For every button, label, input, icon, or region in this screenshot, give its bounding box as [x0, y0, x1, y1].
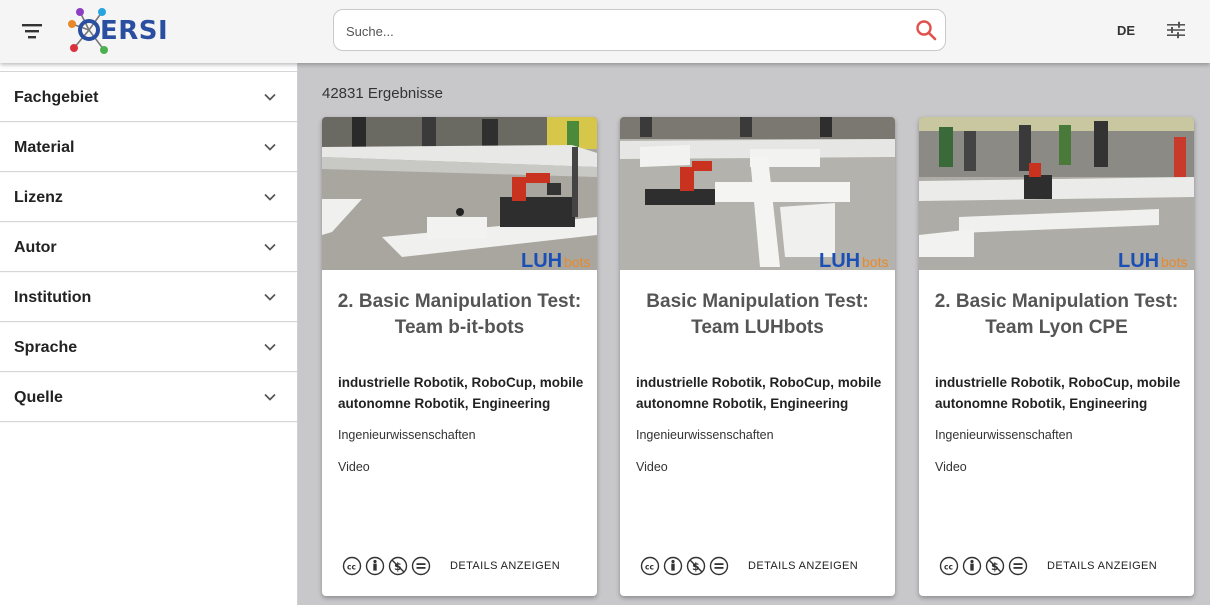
search-icon[interactable] — [915, 19, 937, 41]
card-keywords: industrielle Robotik, RoboCup, mobile au… — [636, 375, 882, 411]
card-subject: Ingenieurwissenschaften — [935, 428, 1073, 442]
filter-material[interactable]: Material — [0, 122, 297, 172]
luh-brand-text: LUH — [1118, 250, 1159, 270]
filter-autor[interactable]: Autor — [0, 222, 297, 272]
filter-label: Quelle — [14, 389, 63, 406]
chevron-down-icon — [264, 143, 276, 151]
video-thumbnail[interactable]: LUH bots — [322, 117, 597, 270]
card-title[interactable]: 2. Basic Manipulation Test: Team Lyon CP… — [933, 289, 1180, 341]
result-card: LUH bots 2. Basic Manipulation Test: Tea… — [322, 117, 597, 596]
filter-list: Fachgebiet Material Lizenz Autor Institu… — [0, 71, 297, 422]
cc-license-icon[interactable]: cc $ — [939, 556, 1031, 576]
svg-text:cc: cc — [645, 563, 654, 572]
card-keywords: industrielle Robotik, RoboCup, mobile au… — [338, 375, 584, 411]
search-bar — [333, 9, 946, 51]
filter-fachgebiet[interactable]: Fachgebiet — [0, 72, 297, 122]
filter-label: Lizenz — [14, 189, 63, 206]
card-type: Video — [338, 460, 370, 474]
svg-text:cc: cc — [944, 563, 953, 572]
details-button[interactable]: DETAILS ANZEIGEN — [748, 560, 858, 572]
cc-license-icon[interactable]: cc $ — [640, 556, 732, 576]
logo-text: ERSI — [100, 16, 169, 46]
card-keywords: industrielle Robotik, RoboCup, mobile au… — [935, 375, 1181, 411]
search-input[interactable] — [346, 20, 906, 42]
video-thumbnail[interactable]: LUH bots — [620, 117, 895, 270]
card-title[interactable]: 2. Basic Manipulation Test: Team b-it-bo… — [336, 289, 583, 341]
chevron-down-icon — [264, 393, 276, 401]
chevron-down-icon — [264, 343, 276, 351]
filter-lizenz[interactable]: Lizenz — [0, 172, 297, 222]
filter-label: Autor — [14, 239, 57, 256]
luh-brand-text: LUH — [521, 250, 562, 270]
filter-menu-icon[interactable] — [20, 20, 44, 42]
card-subject: Ingenieurwissenschaften — [636, 428, 774, 442]
filter-sprache[interactable]: Sprache — [0, 322, 297, 372]
result-card: LUH bots 2. Basic Manipulation Test: Tea… — [919, 117, 1194, 596]
language-selector[interactable]: DE — [1117, 23, 1135, 38]
luh-brand-suffix: bots — [1161, 254, 1187, 270]
card-type: Video — [636, 460, 668, 474]
filter-label: Fachgebiet — [14, 89, 99, 106]
result-card: LUH bots Basic Manipulation Test: Team L… — [620, 117, 895, 596]
filter-label: Sprache — [14, 339, 78, 356]
settings-tune-icon[interactable] — [1166, 21, 1186, 39]
luh-brand-text: LUH — [819, 250, 860, 270]
card-subject: Ingenieurwissenschaften — [338, 428, 476, 442]
filter-sidebar: Fachgebiet Material Lizenz Autor Institu… — [0, 63, 298, 605]
top-app-bar: ERSI DE — [0, 0, 1210, 63]
results-count: 42831 Ergebnisse — [322, 85, 443, 102]
luh-brand-suffix: bots — [862, 254, 888, 270]
cc-license-icon[interactable]: cc $ — [342, 556, 434, 576]
svg-text:cc: cc — [347, 563, 356, 572]
chevron-down-icon — [264, 93, 276, 101]
details-button[interactable]: DETAILS ANZEIGEN — [1047, 560, 1157, 572]
video-thumbnail[interactable]: LUH bots — [919, 117, 1194, 270]
filter-label: Material — [14, 139, 75, 156]
filter-quelle[interactable]: Quelle — [0, 372, 297, 422]
chevron-down-icon — [264, 243, 276, 251]
card-title[interactable]: Basic Manipulation Test: Team LUHbots — [634, 289, 881, 341]
chevron-down-icon — [264, 293, 276, 301]
details-button[interactable]: DETAILS ANZEIGEN — [450, 560, 560, 572]
filter-institution[interactable]: Institution — [0, 272, 297, 322]
filter-label: Institution — [14, 289, 92, 306]
card-type: Video — [935, 460, 967, 474]
luh-brand-suffix: bots — [564, 254, 590, 270]
chevron-down-icon — [264, 193, 276, 201]
